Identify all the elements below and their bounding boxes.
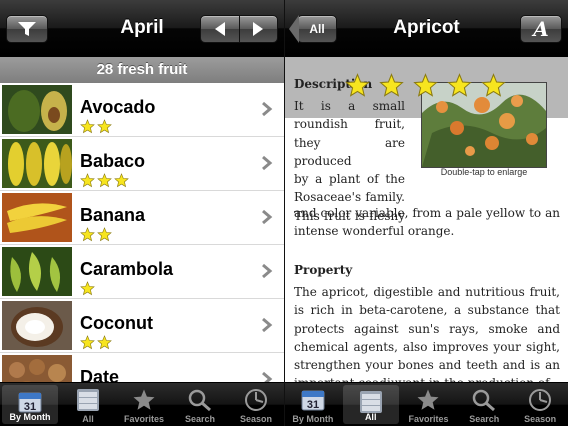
property-text: The apricot, digestible and nutritious f… xyxy=(294,285,560,390)
search-icon xyxy=(456,388,512,412)
fruit-name: Avocado xyxy=(80,97,156,117)
previous-month-button[interactable] xyxy=(201,16,240,42)
fruit-rating xyxy=(80,119,112,134)
tab-label: All xyxy=(364,412,377,422)
star-icon xyxy=(97,227,112,242)
tab-label: By Month xyxy=(9,412,51,422)
tab-all[interactable]: All xyxy=(342,385,399,424)
tab-search[interactable]: Search xyxy=(172,383,228,426)
star-icon xyxy=(345,73,370,97)
tab-label: Search xyxy=(469,414,500,424)
tab-by-month[interactable]: 31 By Month xyxy=(285,383,341,426)
description-line: they are produced xyxy=(294,135,405,168)
chevron-right-icon xyxy=(262,209,273,225)
arrow-left-icon xyxy=(214,22,225,36)
section-header: 28 fresh fruit xyxy=(0,57,284,83)
tab-label: Search xyxy=(184,414,216,424)
tab-label: Season xyxy=(239,414,272,424)
arrow-right-icon xyxy=(253,22,264,36)
fruit-name: Banana xyxy=(80,205,146,225)
fruit-rating xyxy=(80,281,95,296)
chevron-right-icon xyxy=(262,263,273,279)
star-icon xyxy=(80,173,95,188)
nav-bar: April xyxy=(0,0,284,57)
tab-all[interactable]: All xyxy=(60,383,116,426)
tab-season[interactable]: Season xyxy=(512,383,568,426)
detail-content[interactable]: Description It is a small roundish fruit,… xyxy=(285,57,568,390)
property-label: Property xyxy=(294,263,353,277)
fruit-rating xyxy=(80,335,112,350)
star-icon xyxy=(80,119,95,134)
tab-bar: 31 By Month All Favorites Search Season xyxy=(0,382,284,426)
list-item[interactable]: Babaco xyxy=(0,137,284,191)
tab-favorites[interactable]: Favorites xyxy=(116,383,172,426)
star-icon xyxy=(413,73,438,97)
list-icon xyxy=(60,388,116,412)
image-caption: Double-tap to enlarge xyxy=(440,167,528,177)
star-icon xyxy=(97,119,112,134)
tab-by-month[interactable]: 31 By Month xyxy=(2,385,58,424)
fruit-rating xyxy=(80,173,129,188)
segmented-prev-next xyxy=(200,15,278,43)
list-item[interactable]: Banana xyxy=(0,191,284,245)
chevron-right-icon xyxy=(262,101,273,117)
fruit-thumbnail xyxy=(2,247,72,296)
tab-label: By Month xyxy=(292,414,334,424)
fruit-thumbnail xyxy=(2,193,72,242)
tab-label: All xyxy=(82,414,94,424)
tab-search[interactable]: Search xyxy=(456,383,512,426)
star-icon xyxy=(116,388,172,412)
fruit-thumbnail xyxy=(2,301,72,350)
rating-stars[interactable] xyxy=(345,73,506,98)
star-icon xyxy=(80,227,95,242)
season-icon xyxy=(512,388,568,412)
tab-label: Season xyxy=(524,414,557,424)
star-icon xyxy=(481,73,506,97)
fruit-list-screen: April 28 fresh fruit Avocado Babaco Banana… xyxy=(0,0,284,426)
star-icon xyxy=(97,173,112,188)
fruit-name: Coconut xyxy=(80,313,153,333)
fruit-rating xyxy=(80,227,112,242)
list-icon xyxy=(343,390,399,414)
description-line: roundish fruit, xyxy=(294,117,405,132)
fruit-detail-screen: All Apricot A Description It is a small r… xyxy=(284,0,568,426)
fruit-thumbnail xyxy=(2,85,72,134)
season-icon xyxy=(228,388,284,412)
star-icon xyxy=(447,73,472,97)
star-icon xyxy=(80,281,95,296)
tab-season[interactable]: Season xyxy=(228,383,284,426)
tab-bar: 31 By Month All Favorites Search Season xyxy=(285,382,568,426)
description-line: It is a small xyxy=(294,99,405,113)
search-icon xyxy=(172,388,228,412)
star-icon xyxy=(401,388,457,412)
chevron-right-icon xyxy=(262,155,273,171)
star-icon xyxy=(114,173,129,188)
fruit-list: Avocado Babaco Banana Carambola Coconut Date xyxy=(0,83,284,407)
list-item[interactable]: Coconut xyxy=(0,299,284,353)
star-icon xyxy=(379,73,404,97)
svg-text:31: 31 xyxy=(307,399,319,411)
tab-favorites[interactable]: Favorites xyxy=(401,383,457,426)
calendar-icon: 31 xyxy=(2,390,58,414)
tab-label: Favorites xyxy=(123,414,165,424)
list-item[interactable]: Avocado xyxy=(0,83,284,137)
list-item[interactable]: Carambola xyxy=(0,245,284,299)
fruit-thumbnail xyxy=(2,139,72,188)
star-icon xyxy=(80,335,95,350)
font-icon: A xyxy=(533,17,549,41)
next-month-button[interactable] xyxy=(240,16,278,42)
fruit-name: Carambola xyxy=(80,259,174,279)
description-line: by a plant of the xyxy=(294,172,405,187)
description-text-continued: and color variable, from a pale yellow t… xyxy=(294,206,560,239)
font-size-button[interactable]: A xyxy=(520,15,562,43)
star-icon xyxy=(97,335,112,350)
calendar-icon: 31 xyxy=(285,388,341,412)
fruit-name: Babaco xyxy=(80,151,146,171)
chevron-right-icon xyxy=(262,317,273,333)
nav-bar: All Apricot A xyxy=(285,0,568,57)
tab-label: Favorites xyxy=(408,414,449,424)
